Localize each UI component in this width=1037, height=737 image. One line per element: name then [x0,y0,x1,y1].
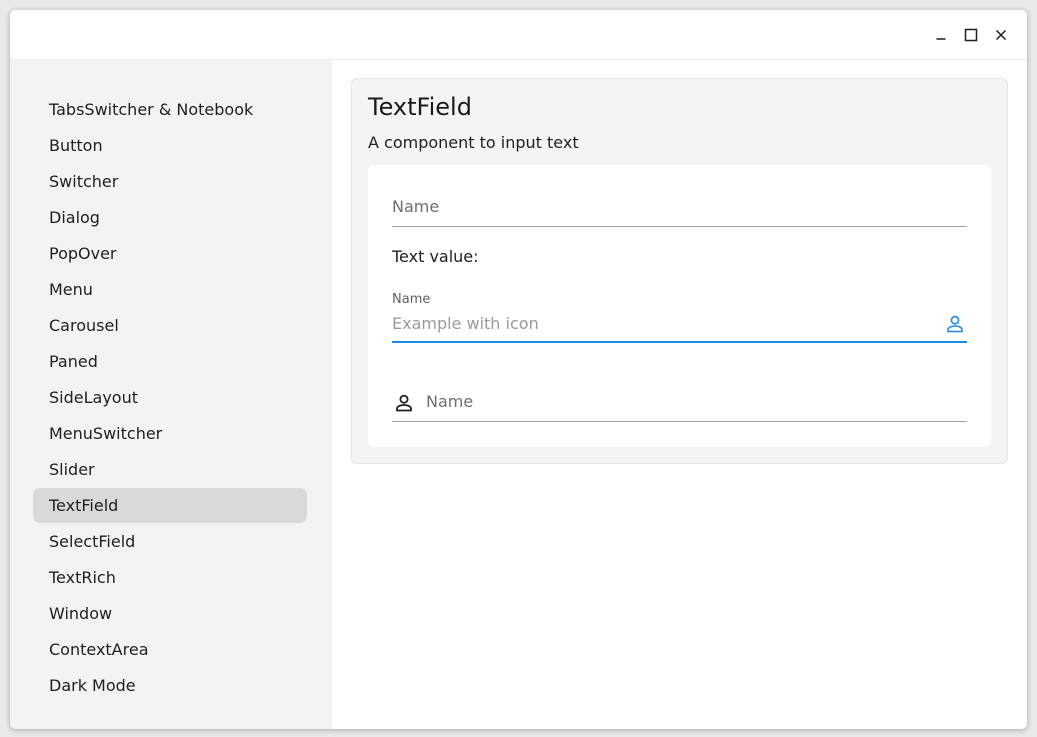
leading-icon-text-field[interactable]: Name [392,383,967,422]
text-value-label: Text value: [392,247,479,266]
minimize-icon [936,38,946,40]
sidebar-item-switcher[interactable]: Switcher [33,164,307,199]
component-card: TextField A component to input text Name… [351,78,1008,464]
main-content: TextField A component to input text Name… [332,60,1027,729]
demo-panel: Name Text value: Name Example with icon [368,165,991,447]
sidebar-item-contextarea[interactable]: ContextArea [33,632,307,667]
sidebar-item-button[interactable]: Button [33,128,307,163]
sidebar-item-menu[interactable]: Menu [33,272,307,307]
app-window: TabsSwitcher & Notebook Button Switcher … [10,10,1027,729]
sidebar: TabsSwitcher & Notebook Button Switcher … [10,60,332,729]
sidebar-item-tabsswitcher-notebook[interactable]: TabsSwitcher & Notebook [33,92,307,127]
sidebar-item-sidelayout[interactable]: SideLayout [33,380,307,415]
sidebar-item-textrich[interactable]: TextRich [33,560,307,595]
sidebar-item-popover[interactable]: PopOver [33,236,307,271]
icon-text-field[interactable]: Name Example with icon [392,285,967,343]
name-text-field[interactable]: Name [392,189,967,227]
minimize-button[interactable] [930,24,952,46]
title-bar[interactable] [10,10,1027,60]
maximize-button[interactable] [960,24,982,46]
sidebar-item-menuswitcher[interactable]: MenuSwitcher [33,416,307,451]
page-subtitle: A component to input text [368,133,579,152]
page-title: TextField [368,93,472,121]
close-button[interactable] [990,24,1012,46]
sidebar-item-dialog[interactable]: Dialog [33,200,307,235]
sidebar-item-paned[interactable]: Paned [33,344,307,379]
sidebar-item-slider[interactable]: Slider [33,452,307,487]
sidebar-item-window[interactable]: Window [33,596,307,631]
sidebar-item-dark-mode[interactable]: Dark Mode [33,668,307,703]
sidebar-item-selectfield[interactable]: SelectField [33,524,307,559]
close-icon [995,29,1007,41]
maximize-icon [964,28,978,42]
sidebar-item-carousel[interactable]: Carousel [33,308,307,343]
sidebar-item-textfield[interactable]: TextField [33,488,307,523]
